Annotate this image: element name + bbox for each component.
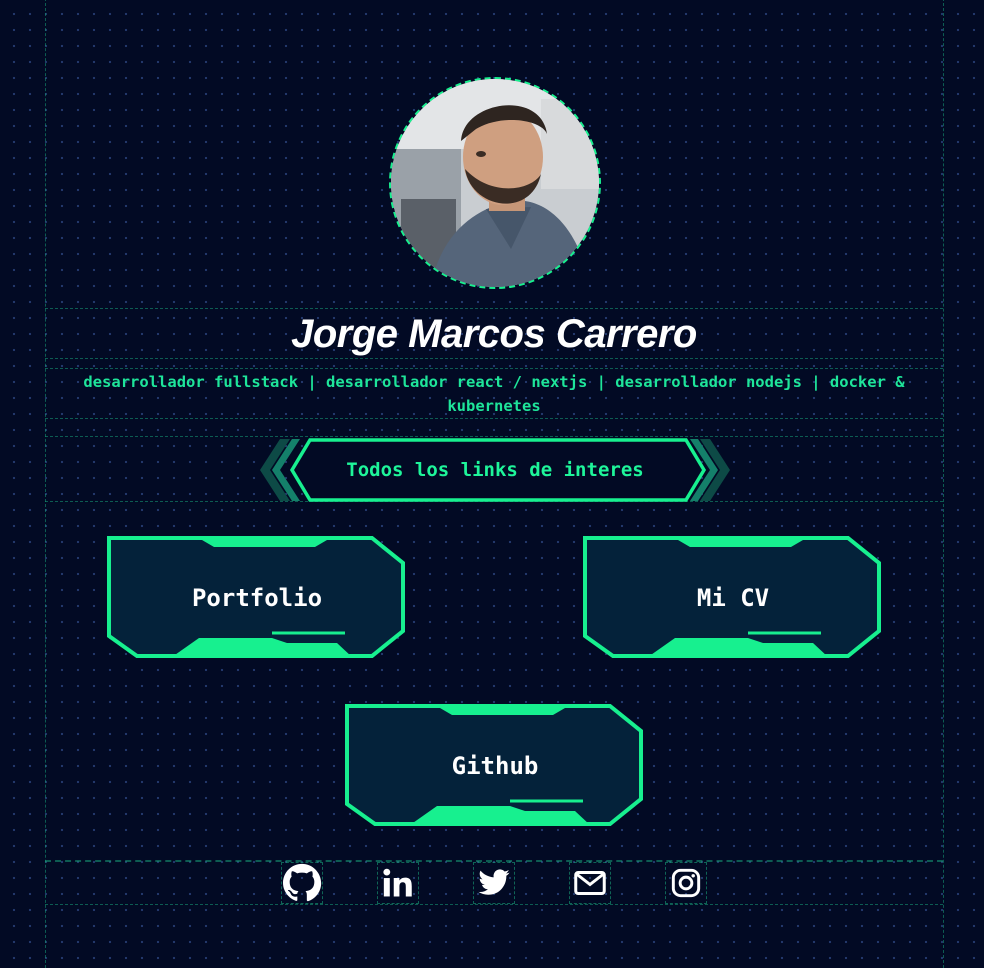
link-button-github[interactable]: Github <box>345 704 645 828</box>
instagram-link[interactable] <box>665 862 707 904</box>
twitter-link[interactable] <box>473 862 515 904</box>
profile-name: Jorge Marcos Carrero <box>291 312 697 356</box>
profile-subtitle: desarrollador fullstack | desarrollador … <box>83 373 905 415</box>
link-button-label: Portfolio <box>191 584 323 612</box>
twitter-icon <box>478 869 510 895</box>
mail-link[interactable] <box>569 862 611 904</box>
link-button-label: Mi CV <box>696 584 770 612</box>
divider <box>45 368 943 369</box>
avatar <box>389 77 601 289</box>
avatar-photo <box>391 79 599 287</box>
link-button-portfolio[interactable]: Portfolio <box>107 536 407 660</box>
mail-icon <box>574 871 606 895</box>
instagram-icon <box>671 868 701 898</box>
linkedin-icon <box>383 868 412 897</box>
divider <box>45 418 943 419</box>
link-button-cv[interactable]: Mi CV <box>583 536 883 660</box>
linkedin-link[interactable] <box>377 862 419 904</box>
social-links <box>45 860 943 905</box>
github-icon <box>283 863 322 902</box>
section-heading: Todos los links de interes <box>258 437 732 503</box>
github-link[interactable] <box>281 862 323 904</box>
link-button-label: Github <box>451 752 539 780</box>
section-heading-text: Todos los links de interes <box>346 459 644 481</box>
